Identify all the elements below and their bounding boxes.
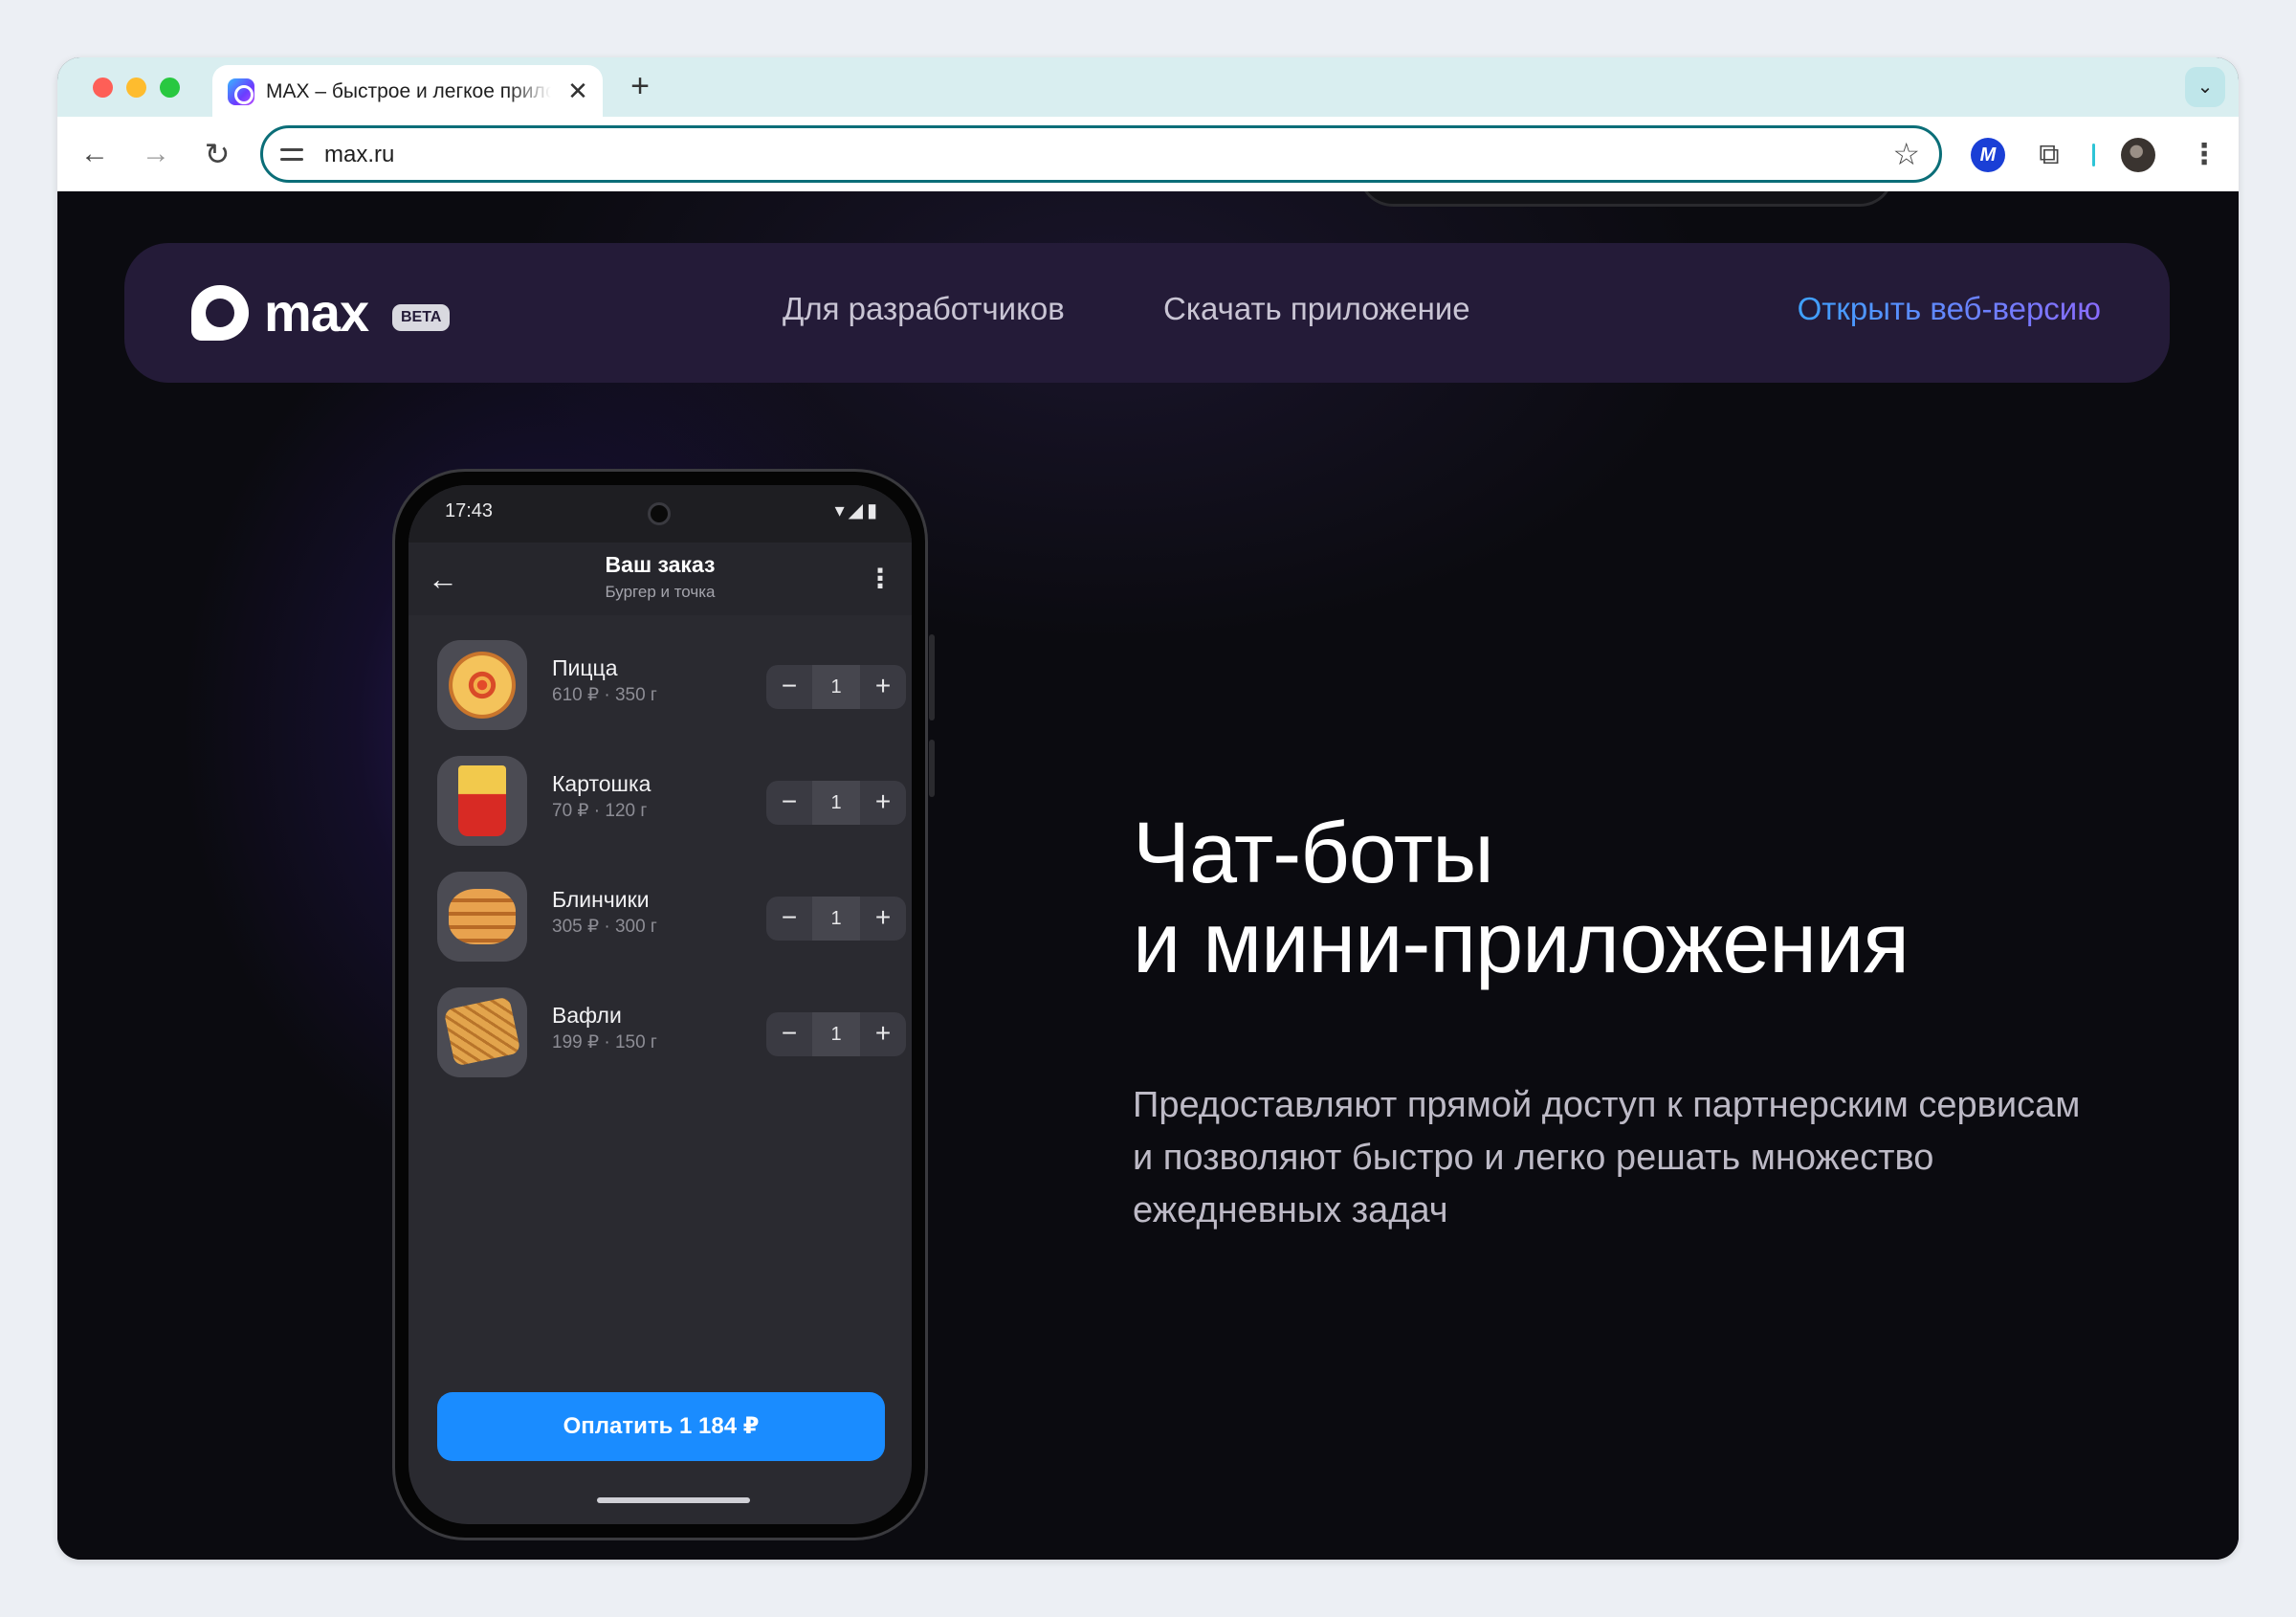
hero-description: Предоставляют прямой доступ к партнерски… bbox=[1133, 1085, 2081, 1230]
increase-button[interactable]: + bbox=[860, 1012, 906, 1056]
beta-badge: BETA bbox=[392, 304, 451, 331]
quantity-stepper: − 1 + bbox=[766, 665, 906, 709]
decrease-button[interactable]: − bbox=[766, 665, 812, 709]
pancakes-thumbnail bbox=[437, 872, 527, 962]
tab-title: MAX – быстрое и легкое приложение для об… bbox=[266, 80, 551, 102]
maximize-window-button[interactable] bbox=[160, 78, 180, 98]
item-name: Вафли bbox=[552, 1003, 622, 1028]
decrease-button[interactable]: − bbox=[766, 1012, 812, 1056]
max-logo-icon bbox=[191, 285, 249, 341]
phone-side-button bbox=[929, 634, 935, 720]
hero-title: Чат-боты и мини-приложения bbox=[1133, 808, 2166, 988]
quantity-stepper: − 1 + bbox=[766, 1012, 906, 1056]
extensions-puzzle-icon[interactable]: ⧉ bbox=[2032, 138, 2066, 172]
waffle-icon bbox=[443, 996, 521, 1067]
browser-menu-icon[interactable]: ⋮ bbox=[2187, 138, 2221, 172]
extension-icon[interactable]: M bbox=[1971, 138, 2005, 172]
front-camera bbox=[648, 502, 671, 525]
decrease-button[interactable]: − bbox=[766, 781, 812, 825]
reload-button[interactable]: ↻ bbox=[199, 136, 235, 172]
list-item: Картошка 70 ₽ · 120 г − 1 + bbox=[408, 744, 912, 860]
list-item: Пицца 610 ₽ · 350 г − 1 + bbox=[408, 629, 912, 744]
item-price-weight: 70 ₽ · 120 г bbox=[552, 801, 648, 821]
list-item: Блинчики 305 ₽ · 300 г − 1 + bbox=[408, 860, 912, 976]
max-favicon-icon bbox=[228, 78, 254, 105]
status-time: 17:43 bbox=[445, 500, 494, 521]
page-content: max BETA Для разработчиков Скачать прило… bbox=[57, 191, 2239, 1560]
item-price-weight: 199 ₽ · 150 г bbox=[552, 1032, 657, 1052]
quantity-value: 1 bbox=[812, 897, 860, 941]
more-options-icon[interactable]: ⋮ bbox=[866, 560, 894, 598]
site-header: max BETA Для разработчиков Скачать прило… bbox=[124, 243, 2170, 383]
increase-button[interactable]: + bbox=[860, 897, 906, 941]
nav-link-download[interactable]: Скачать приложение bbox=[1163, 291, 1470, 327]
signal-battery-icon: ▾◢▮ bbox=[834, 500, 881, 521]
quantity-stepper: − 1 + bbox=[766, 897, 906, 941]
restaurant-name: Бургер и точка bbox=[605, 583, 716, 601]
toolbar-divider bbox=[2092, 144, 2095, 166]
quantity-stepper: − 1 + bbox=[766, 781, 906, 825]
tab-close-icon[interactable]: ✕ bbox=[564, 78, 591, 104]
item-price-weight: 305 ₽ · 300 г bbox=[552, 917, 657, 937]
quantity-value: 1 bbox=[812, 665, 860, 709]
browser-window: MAX – быстрое и легкое приложение для об… bbox=[57, 57, 2239, 1560]
home-indicator[interactable] bbox=[597, 1497, 750, 1503]
increase-button[interactable]: + bbox=[860, 665, 906, 709]
nav-link-developers[interactable]: Для разработчиков bbox=[783, 291, 1065, 327]
url-text[interactable]: max.ru bbox=[324, 142, 394, 168]
order-header: ← Ваш заказ Бургер и точка ⋮ bbox=[408, 543, 912, 615]
item-name: Блинчики bbox=[552, 887, 650, 912]
pizza-icon bbox=[449, 652, 516, 719]
new-tab-button[interactable]: + bbox=[622, 69, 658, 105]
quantity-value: 1 bbox=[812, 1012, 860, 1056]
pizza-thumbnail bbox=[437, 640, 527, 730]
waffle-thumbnail bbox=[437, 987, 527, 1077]
tab-bar: MAX – быстрое и легкое приложение для об… bbox=[57, 57, 2239, 117]
item-name: Пицца bbox=[552, 655, 618, 680]
phone-screen: 17:43 ▾◢▮ ← Ваш заказ Бургер и точка ⋮ П… bbox=[408, 485, 912, 1524]
hero-title-line-1: Чат-боты bbox=[1133, 806, 1494, 901]
minimize-window-button[interactable] bbox=[126, 78, 146, 98]
browser-toolbar: ← → ↻ max.ru ☆ M ⧉ ⋮ bbox=[57, 117, 2239, 191]
order-title: Ваш заказ bbox=[605, 552, 716, 577]
fries-thumbnail bbox=[437, 756, 527, 846]
bookmark-star-icon[interactable]: ☆ bbox=[1892, 137, 1920, 171]
decrease-button[interactable]: − bbox=[766, 897, 812, 941]
item-price-weight: 610 ₽ · 350 г bbox=[552, 685, 657, 705]
status-bar: 17:43 ▾◢▮ bbox=[408, 485, 912, 543]
site-info-icon[interactable] bbox=[278, 141, 305, 167]
item-name: Картошка bbox=[552, 771, 651, 796]
hero-title-line-2: и мини-приложения bbox=[1133, 896, 1910, 991]
close-window-button[interactable] bbox=[93, 78, 113, 98]
decorative-phone-edge bbox=[1358, 191, 1894, 207]
pay-button[interactable]: Оплатить 1 184 ₽ bbox=[437, 1392, 885, 1461]
address-bar[interactable]: max.ru ☆ bbox=[260, 125, 1942, 183]
fries-icon bbox=[458, 765, 506, 836]
phone-mockup: 17:43 ▾◢▮ ← Ваш заказ Бургер и точка ⋮ П… bbox=[392, 469, 935, 1540]
list-item: Вафли 199 ₽ · 150 г − 1 + bbox=[408, 976, 912, 1092]
profile-avatar[interactable] bbox=[2121, 138, 2155, 172]
phone-side-button bbox=[929, 740, 935, 797]
quantity-value: 1 bbox=[812, 781, 860, 825]
browser-tab[interactable]: MAX – быстрое и легкое приложение для об… bbox=[212, 65, 603, 117]
pancakes-icon bbox=[449, 889, 516, 944]
forward-button[interactable]: → bbox=[138, 136, 174, 172]
open-web-version-link[interactable]: Открыть веб-версию bbox=[1798, 291, 2101, 327]
back-button[interactable]: ← bbox=[77, 136, 113, 172]
order-list: Пицца 610 ₽ · 350 г − 1 + Картошка 70 ₽ … bbox=[408, 629, 912, 1092]
tab-search-button[interactable]: ⌄ bbox=[2185, 67, 2225, 107]
increase-button[interactable]: + bbox=[860, 781, 906, 825]
logo-text: max bbox=[264, 282, 369, 343]
